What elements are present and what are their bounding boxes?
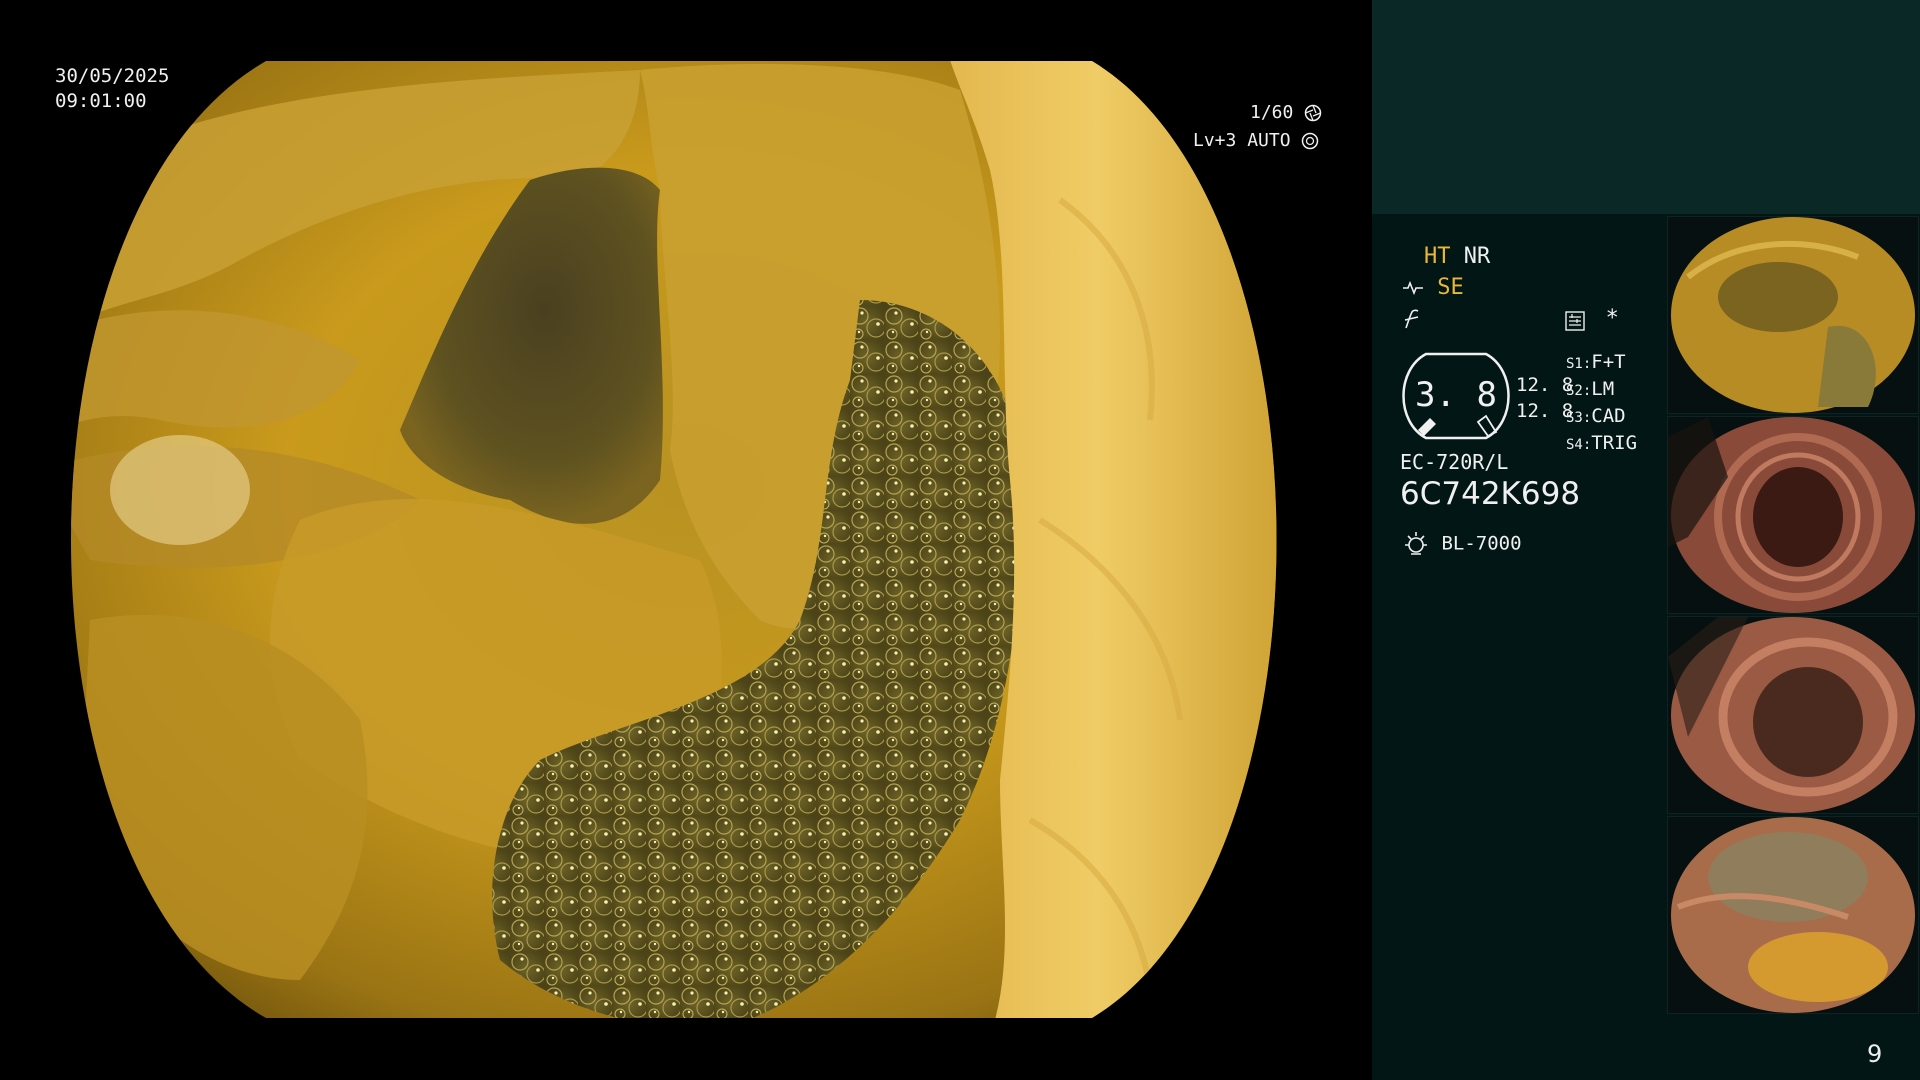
light-level-text: Lv+3 [1193, 130, 1237, 151]
switch-3-key: S3 [1566, 410, 1583, 426]
ht-label: HT [1424, 244, 1451, 269]
se-label: SE [1437, 275, 1464, 300]
parameter-value-2: 12. 8 [1516, 400, 1574, 422]
switch-4-key: S4 [1566, 437, 1583, 453]
date-time-overlay: 30/05/2025 09:01:00 [55, 64, 169, 114]
light-level-overlay: Lv+3 AUTO [1193, 128, 1319, 153]
asterisk-indicator: * [1605, 306, 1619, 331]
iris-icon [1302, 132, 1319, 150]
switch-1-value: F+T [1591, 351, 1626, 373]
switch-3-value: CAD [1591, 405, 1626, 427]
time-text: 09:01:00 [55, 90, 147, 112]
light-source-row: BL-7000 [1402, 530, 1522, 558]
thumbnail-3[interactable] [1667, 616, 1919, 814]
scope-model: EC-720R/L [1400, 450, 1509, 474]
thumbnail-4[interactable] [1667, 816, 1919, 1014]
shutter-speed-text: 1/60 [1250, 102, 1294, 123]
thumbnail-2[interactable] [1667, 416, 1919, 614]
page-number: 9 [1867, 1040, 1883, 1068]
parameter-values: 12. 8 12. 8 [1516, 372, 1573, 424]
scope-serial: 6C742K698 [1400, 476, 1581, 512]
enhancement-row [1402, 308, 1422, 330]
switch-4-value: TRIG [1591, 432, 1638, 454]
magnification-value: 3. 8 [1415, 375, 1497, 415]
switch-4-row: S4:TRIG [1566, 432, 1638, 454]
nr-label: NR [1463, 244, 1491, 269]
magnification-dial: 3. 8 [1402, 352, 1510, 440]
date-text: 30/05/2025 [55, 65, 170, 87]
light-source-text: BL-7000 [1441, 532, 1522, 555]
switch-2-value: LM [1591, 378, 1615, 400]
structure-enhancement-row: SE [1402, 275, 1464, 300]
wave-icon [1404, 309, 1419, 329]
panel-header-area [1372, 0, 1920, 214]
iris-mode-text: AUTO [1247, 130, 1291, 151]
aperture-icon [1304, 104, 1322, 122]
switch-1-key: S1 [1566, 356, 1583, 372]
parameter-value-1: 12. 8 [1516, 374, 1574, 396]
switch-1-row: S1:F+T [1566, 351, 1626, 373]
shutter-speed-overlay: 1/60 [1250, 100, 1322, 125]
switch-assignments: S1:F+T S2:LM S3:CAD S4:TRIG [1566, 350, 1637, 458]
thumbnail-1[interactable] [1667, 216, 1919, 414]
endoscopic-image [71, 61, 1277, 1018]
info-panel: HT NR SE * 3. 8 12. 8 12. 8 S1:F+T S2:LM… [1372, 0, 1920, 1080]
endoscope-view: 30/05/2025 09:01:00 1/60 Lv+3 AUTO [0, 0, 1372, 1080]
structure-icon [1403, 280, 1423, 296]
video-settings-row: * [1564, 306, 1619, 332]
switch-2-key: S2 [1566, 383, 1583, 399]
ht-nr-row: HT NR [1424, 244, 1490, 269]
switch-2-row: S2:LM [1566, 378, 1615, 400]
video-settings-icon [1565, 310, 1585, 331]
light-source-icon [1405, 532, 1427, 555]
switch-3-row: S3:CAD [1566, 405, 1626, 427]
